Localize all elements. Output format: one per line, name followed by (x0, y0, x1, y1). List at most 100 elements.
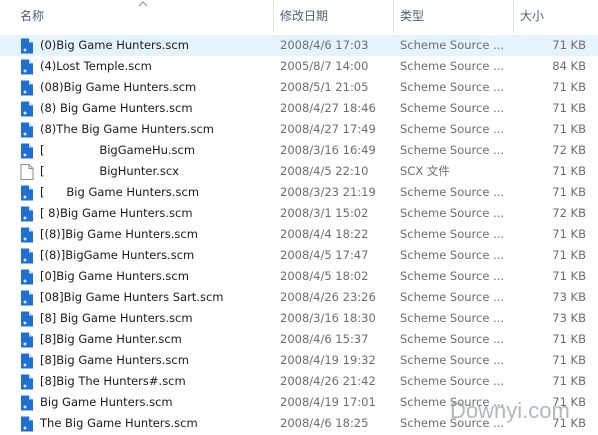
file-size: 71 KB (552, 122, 586, 136)
file-row[interactable]: [(8)]Big Game Hunters.scm 2008/4/4 18:22 S… (0, 224, 598, 245)
file-name: [ Big Game Hunters.scm (40, 185, 200, 199)
file-size: 71 KB (552, 38, 586, 52)
file-row[interactable]: [8] Big Game Hunters.scm 2008/3/16 18:30 S… (0, 308, 598, 329)
scheme-file-icon (21, 227, 33, 243)
column-header-date[interactable]: 修改日期 (274, 0, 392, 33)
file-row[interactable]: [0]Big Game Hunters.scm 2008/4/5 18:02 Sch… (0, 266, 598, 287)
file-row[interactable]: (08)Big Game Hunters.scm 2008/5/1 21:05 Sc… (0, 77, 598, 98)
scheme-file-icon (21, 248, 33, 264)
file-name: [8]Big The Hunters#.scm (40, 374, 186, 388)
file-modified-date: 2008/4/6 15:37 (280, 332, 369, 346)
scheme-file-icon (21, 332, 33, 348)
file-size: 71 KB (552, 248, 586, 262)
file-type: Scheme Source ... (400, 80, 505, 94)
file-name: [8]Big Game Hunter.scm (40, 332, 182, 346)
file-row[interactable]: [(8)]BigGame Hunters.scm 2008/4/5 17:47 Sc… (0, 245, 598, 266)
file-modified-date: 2008/3/1 15:02 (280, 206, 369, 220)
file-type: Scheme Source ... (400, 101, 505, 115)
file-row[interactable]: (0)Big Game Hunters.scm 2008/4/6 17:03 Sch… (0, 35, 598, 56)
file-name: (8) Big Game Hunters.scm (40, 101, 193, 115)
file-modified-date: 2008/4/26 23:26 (280, 290, 376, 304)
scheme-file-icon (21, 59, 33, 75)
file-name: [8] Big Game Hunters.scm (40, 311, 193, 325)
scheme-file-icon (21, 122, 33, 138)
file-name: [(8)]BigGame Hunters.scm (40, 248, 195, 262)
column-header-size-label: 大小 (520, 9, 545, 23)
file-size: 71 KB (552, 80, 586, 94)
file-name: (08)Big Game Hunters.scm (40, 80, 197, 94)
file-list: (0)Big Game Hunters.scm 2008/4/6 17:03 Sch… (0, 35, 598, 434)
file-modified-date: 2008/3/16 16:49 (280, 143, 376, 157)
scheme-file-icon (21, 143, 33, 159)
file-name: (4)Lost Temple.scm (40, 59, 152, 73)
file-modified-date: 2008/3/16 18:30 (280, 311, 376, 325)
file-size: 84 KB (552, 59, 586, 73)
file-type: Scheme Source ... (400, 374, 505, 388)
file-modified-date: 2008/4/19 17:01 (280, 395, 376, 409)
file-modified-date: 2008/4/6 18:25 (280, 416, 369, 430)
file-modified-date: 2008/4/5 18:02 (280, 269, 369, 283)
scheme-file-icon (21, 353, 33, 369)
column-header-name-label: 名称 (20, 9, 45, 23)
file-size: 71 KB (552, 227, 586, 241)
column-header-type[interactable]: 类型 (394, 0, 512, 33)
file-name: The Big Game Hunters.scm (40, 416, 198, 430)
file-size: 71 KB (552, 332, 586, 346)
file-row[interactable]: (8) Big Game Hunters.scm 2008/4/27 18:46 S… (0, 98, 598, 119)
scheme-file-icon (21, 311, 33, 327)
blank-file-icon (20, 164, 34, 180)
file-size: 71 KB (552, 353, 586, 367)
column-header-name[interactable]: 名称 (14, 0, 272, 33)
scheme-file-icon (21, 101, 33, 117)
scheme-file-icon (21, 374, 33, 390)
file-name: [(8)]Big Game Hunters.scm (40, 227, 198, 241)
watermark-logo: Downyi.com (450, 398, 570, 423)
column-header-date-label: 修改日期 (280, 9, 329, 23)
file-size: 71 KB (552, 101, 586, 115)
file-modified-date: 2008/4/19 19:32 (280, 353, 376, 367)
file-modified-date: 2008/3/23 21:19 (280, 185, 376, 199)
file-type: Scheme Source ... (400, 59, 505, 73)
file-modified-date: 2008/4/5 22:10 (280, 164, 369, 178)
scheme-file-icon (21, 290, 33, 306)
file-type: Scheme Source ... (400, 269, 505, 283)
file-type: Scheme Source ... (400, 248, 505, 262)
file-row[interactable]: [ 8)Big Game Hunters.scm 2008/3/1 15:02 Sc… (0, 203, 598, 224)
file-type: Scheme Source ... (400, 290, 505, 304)
file-row[interactable]: [8]Big Game Hunter.scm 2008/4/6 15:37 Sche… (0, 329, 598, 350)
file-type: Scheme Source ... (400, 143, 505, 157)
scheme-file-icon (21, 38, 33, 54)
file-row[interactable]: [8]Big Game Hunters.scm 2008/4/19 19:32 Sc… (0, 350, 598, 371)
column-header-type-label: 类型 (400, 9, 425, 23)
file-modified-date: 2005/8/7 14:00 (280, 59, 369, 73)
scheme-file-icon (21, 185, 33, 201)
file-modified-date: 2008/4/27 17:49 (280, 122, 376, 136)
file-type: Scheme Source ... (400, 353, 505, 367)
file-row[interactable]: [ BigGameHu.scm 2008/3/16 16:49 Scheme Sou… (0, 140, 598, 161)
file-row[interactable]: [ BigHunter.scx 2008/4/5 22:10 SCX 文件 71 KB (0, 161, 598, 182)
file-modified-date: 2008/4/6 17:03 (280, 38, 369, 52)
file-type: Scheme Source ... (400, 206, 505, 220)
file-modified-date: 2008/5/1 21:05 (280, 80, 369, 94)
file-name: [ BigHunter.scx (40, 164, 179, 178)
file-row[interactable]: [ Big Game Hunters.scm 2008/3/23 21:19 Sch… (0, 182, 598, 203)
file-row[interactable]: (8)The Big Game Hunters.scm 2008/4/27 17:… (0, 119, 598, 140)
file-name: (8)The Big Game Hunters.scm (40, 122, 214, 136)
file-type: Scheme Source ... (400, 38, 505, 52)
file-size: 71 KB (552, 164, 586, 178)
file-size: 73 KB (552, 290, 586, 304)
file-type: Scheme Source ... (400, 311, 505, 325)
column-header-size[interactable]: 大小 (514, 0, 598, 33)
scheme-file-icon (21, 269, 33, 285)
file-modified-date: 2008/4/4 18:22 (280, 227, 369, 241)
file-row[interactable]: [8]Big The Hunters#.scm 2008/4/26 21:42 Sc… (0, 371, 598, 392)
file-size: 71 KB (552, 374, 586, 388)
file-name: Big Game Hunters.scm (40, 395, 173, 409)
file-size: 72 KB (552, 143, 586, 157)
file-row[interactable]: [08]Big Game Hunters Sart.scm 2008/4/26 2… (0, 287, 598, 308)
scheme-file-icon (21, 416, 33, 432)
file-name: [08]Big Game Hunters Sart.scm (40, 290, 224, 304)
scheme-file-icon (21, 80, 33, 96)
file-type: Scheme Source ... (400, 185, 505, 199)
file-row[interactable]: (4)Lost Temple.scm 2005/8/7 14:00 Scheme S… (0, 56, 598, 77)
